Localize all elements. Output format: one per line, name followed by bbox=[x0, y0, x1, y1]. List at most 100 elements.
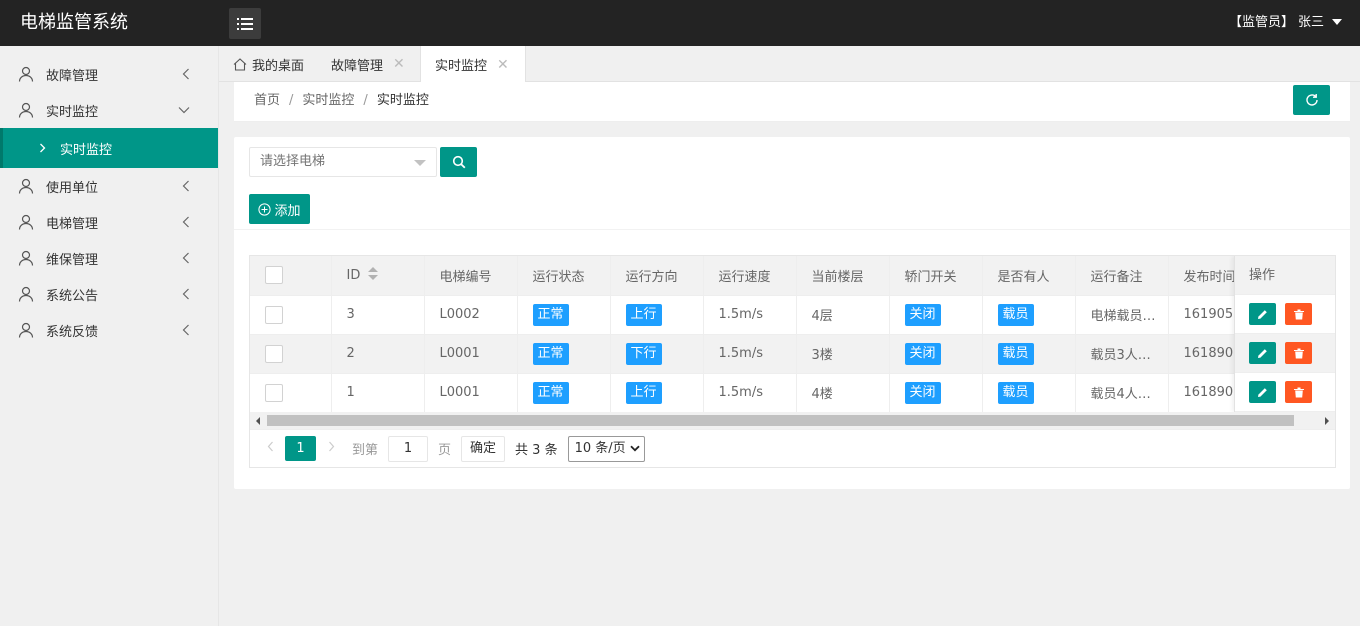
door-badge: 关闭 bbox=[904, 303, 941, 326]
elevator-select[interactable]: 请选择电梯 bbox=[249, 147, 437, 177]
breadcrumb-section[interactable]: 实时监控 bbox=[302, 93, 354, 108]
chevron-left-icon bbox=[182, 240, 190, 276]
search-button[interactable] bbox=[440, 147, 477, 177]
chevron-left-icon bbox=[182, 56, 190, 92]
elevator-select-placeholder: 请选择电梯 bbox=[260, 154, 326, 169]
sidebar-item-maintenance[interactable]: 维保管理 bbox=[0, 240, 218, 276]
sidebar-item-monitor[interactable]: 实时监控 bbox=[0, 92, 218, 128]
home-icon bbox=[233, 57, 247, 71]
tab-label: 实时监控 bbox=[435, 59, 488, 74]
edit-button[interactable] bbox=[1249, 303, 1276, 325]
table-header-row: ID 电梯编号 运行状态 运行方向 运行速度 当前楼层 轿门开关 是否有人 运行… bbox=[250, 256, 1335, 296]
trash-icon bbox=[1293, 387, 1304, 397]
close-icon[interactable]: ✕ bbox=[393, 56, 405, 72]
chevron-down-icon bbox=[630, 445, 640, 452]
goto-label: 到第 bbox=[352, 443, 379, 458]
tab-fault[interactable]: 故障管理 ✕ bbox=[331, 46, 405, 82]
column-header-ops: 操作 bbox=[1235, 256, 1335, 295]
pencil-icon bbox=[1258, 387, 1267, 397]
sidebar-item-notice[interactable]: 系统公告 bbox=[0, 276, 218, 312]
menu-toggle-button[interactable] bbox=[229, 8, 261, 39]
horizontal-scrollbar[interactable] bbox=[250, 412, 1335, 429]
refresh-button[interactable] bbox=[1293, 85, 1330, 115]
sidebar-subitem-monitor[interactable]: 实时监控 bbox=[0, 128, 218, 168]
chevron-left-icon bbox=[182, 168, 190, 204]
cell-id: 3 bbox=[331, 295, 425, 335]
triangle-down-icon bbox=[414, 160, 426, 166]
door-badge: 关闭 bbox=[904, 342, 941, 365]
table-row: 3 L0002 正常 上行 1.5m/s 4层 关闭 载员 电梯载员… 1619… bbox=[250, 295, 1335, 335]
cell-id: 1 bbox=[331, 373, 425, 413]
edit-button[interactable] bbox=[1249, 381, 1276, 403]
sidebar-item-label: 电梯管理 bbox=[46, 216, 99, 232]
page-input[interactable]: 1 bbox=[388, 435, 429, 462]
page-1-button[interactable]: 1 bbox=[285, 436, 316, 461]
breadcrumb-bar: 首页 / 实时监控 / 实时监控 bbox=[234, 82, 1350, 122]
page-unit-label: 页 bbox=[438, 443, 452, 458]
cell-floor: 4层 bbox=[796, 295, 890, 335]
tab-monitor[interactable]: 实时监控 ✕ bbox=[420, 46, 526, 83]
operations-column: 操作 bbox=[1234, 256, 1335, 412]
content-card: 请选择电梯 添加 ID 电梯编号 运行状态 运行方向 运行速度 当前楼层 轿门开… bbox=[234, 137, 1350, 489]
chevron-left-icon bbox=[182, 204, 190, 240]
search-icon bbox=[452, 155, 465, 169]
sidebar-item-label: 系统公告 bbox=[46, 288, 99, 304]
next-page-button[interactable] bbox=[316, 441, 346, 456]
sidebar-item-label: 使用单位 bbox=[46, 180, 99, 196]
column-header-id[interactable]: ID bbox=[331, 256, 425, 296]
row-checkbox[interactable] bbox=[265, 383, 283, 402]
user-icon bbox=[18, 214, 34, 230]
occupied-badge: 载员 bbox=[997, 381, 1034, 404]
edit-button[interactable] bbox=[1249, 342, 1276, 364]
page-size-select[interactable]: 10 条/页 bbox=[567, 435, 645, 462]
sidebar: 故障管理 实时监控 实时监控 使用单位 电梯管理 维保管理 系统公告 系统反馈 bbox=[0, 46, 219, 626]
user-icon bbox=[18, 250, 34, 266]
delete-button[interactable] bbox=[1285, 381, 1312, 403]
sidebar-item-label: 系统反馈 bbox=[46, 324, 99, 340]
row-checkbox[interactable] bbox=[265, 344, 283, 363]
prev-page-button[interactable] bbox=[255, 441, 285, 456]
sidebar-item-fault[interactable]: 故障管理 bbox=[0, 56, 218, 92]
sidebar-item-unit[interactable]: 使用单位 bbox=[0, 168, 218, 204]
tab-label: 我的桌面 bbox=[252, 58, 305, 74]
cell-code: L0002 bbox=[424, 295, 518, 335]
row-checkbox[interactable] bbox=[265, 305, 283, 324]
direction-badge: 上行 bbox=[625, 303, 662, 326]
close-icon[interactable]: ✕ bbox=[497, 57, 509, 73]
sidebar-item-feedback[interactable]: 系统反馈 bbox=[0, 312, 218, 348]
column-header-speed: 运行速度 bbox=[703, 256, 797, 296]
sidebar-item-label: 故障管理 bbox=[46, 68, 99, 84]
caret-down-icon bbox=[1332, 19, 1342, 25]
chevron-down-icon bbox=[178, 92, 190, 128]
select-all-checkbox[interactable] bbox=[265, 266, 283, 285]
tab-desktop[interactable]: 我的桌面 bbox=[233, 46, 304, 82]
chevron-left-icon bbox=[182, 312, 190, 348]
add-button[interactable]: 添加 bbox=[249, 194, 310, 224]
breadcrumb-home[interactable]: 首页 bbox=[254, 93, 280, 108]
delete-button[interactable] bbox=[1285, 303, 1312, 325]
scroll-left-arrow-icon[interactable] bbox=[256, 417, 260, 425]
sort-icon[interactable] bbox=[368, 266, 379, 284]
add-button-label: 添加 bbox=[274, 203, 301, 219]
trash-icon bbox=[1293, 348, 1304, 358]
breadcrumb: 首页 / 实时监控 / 实时监控 bbox=[254, 82, 429, 120]
user-menu[interactable]: 【监管员】 张三 bbox=[1229, 0, 1342, 46]
breadcrumb-separator: / bbox=[289, 93, 294, 108]
scroll-right-arrow-icon[interactable] bbox=[1325, 417, 1329, 425]
user-icon bbox=[18, 286, 34, 302]
pencil-icon bbox=[1258, 309, 1267, 319]
delete-button[interactable] bbox=[1285, 342, 1312, 364]
tab-label: 故障管理 bbox=[331, 58, 384, 74]
column-header-direction: 运行方向 bbox=[610, 256, 704, 296]
user-icon bbox=[18, 178, 34, 194]
occupied-badge: 载员 bbox=[997, 303, 1034, 326]
occupied-badge: 载员 bbox=[997, 342, 1034, 365]
cell-speed: 1.5m/s bbox=[703, 295, 797, 335]
cell-id: 2 bbox=[331, 334, 425, 374]
sidebar-item-elevator[interactable]: 电梯管理 bbox=[0, 204, 218, 240]
trash-icon bbox=[1293, 309, 1304, 319]
sidebar-item-label: 实时监控 bbox=[46, 104, 99, 120]
goto-confirm-button[interactable]: 确定 bbox=[461, 435, 506, 462]
scrollbar-thumb[interactable] bbox=[267, 415, 1294, 426]
user-icon bbox=[18, 102, 34, 118]
